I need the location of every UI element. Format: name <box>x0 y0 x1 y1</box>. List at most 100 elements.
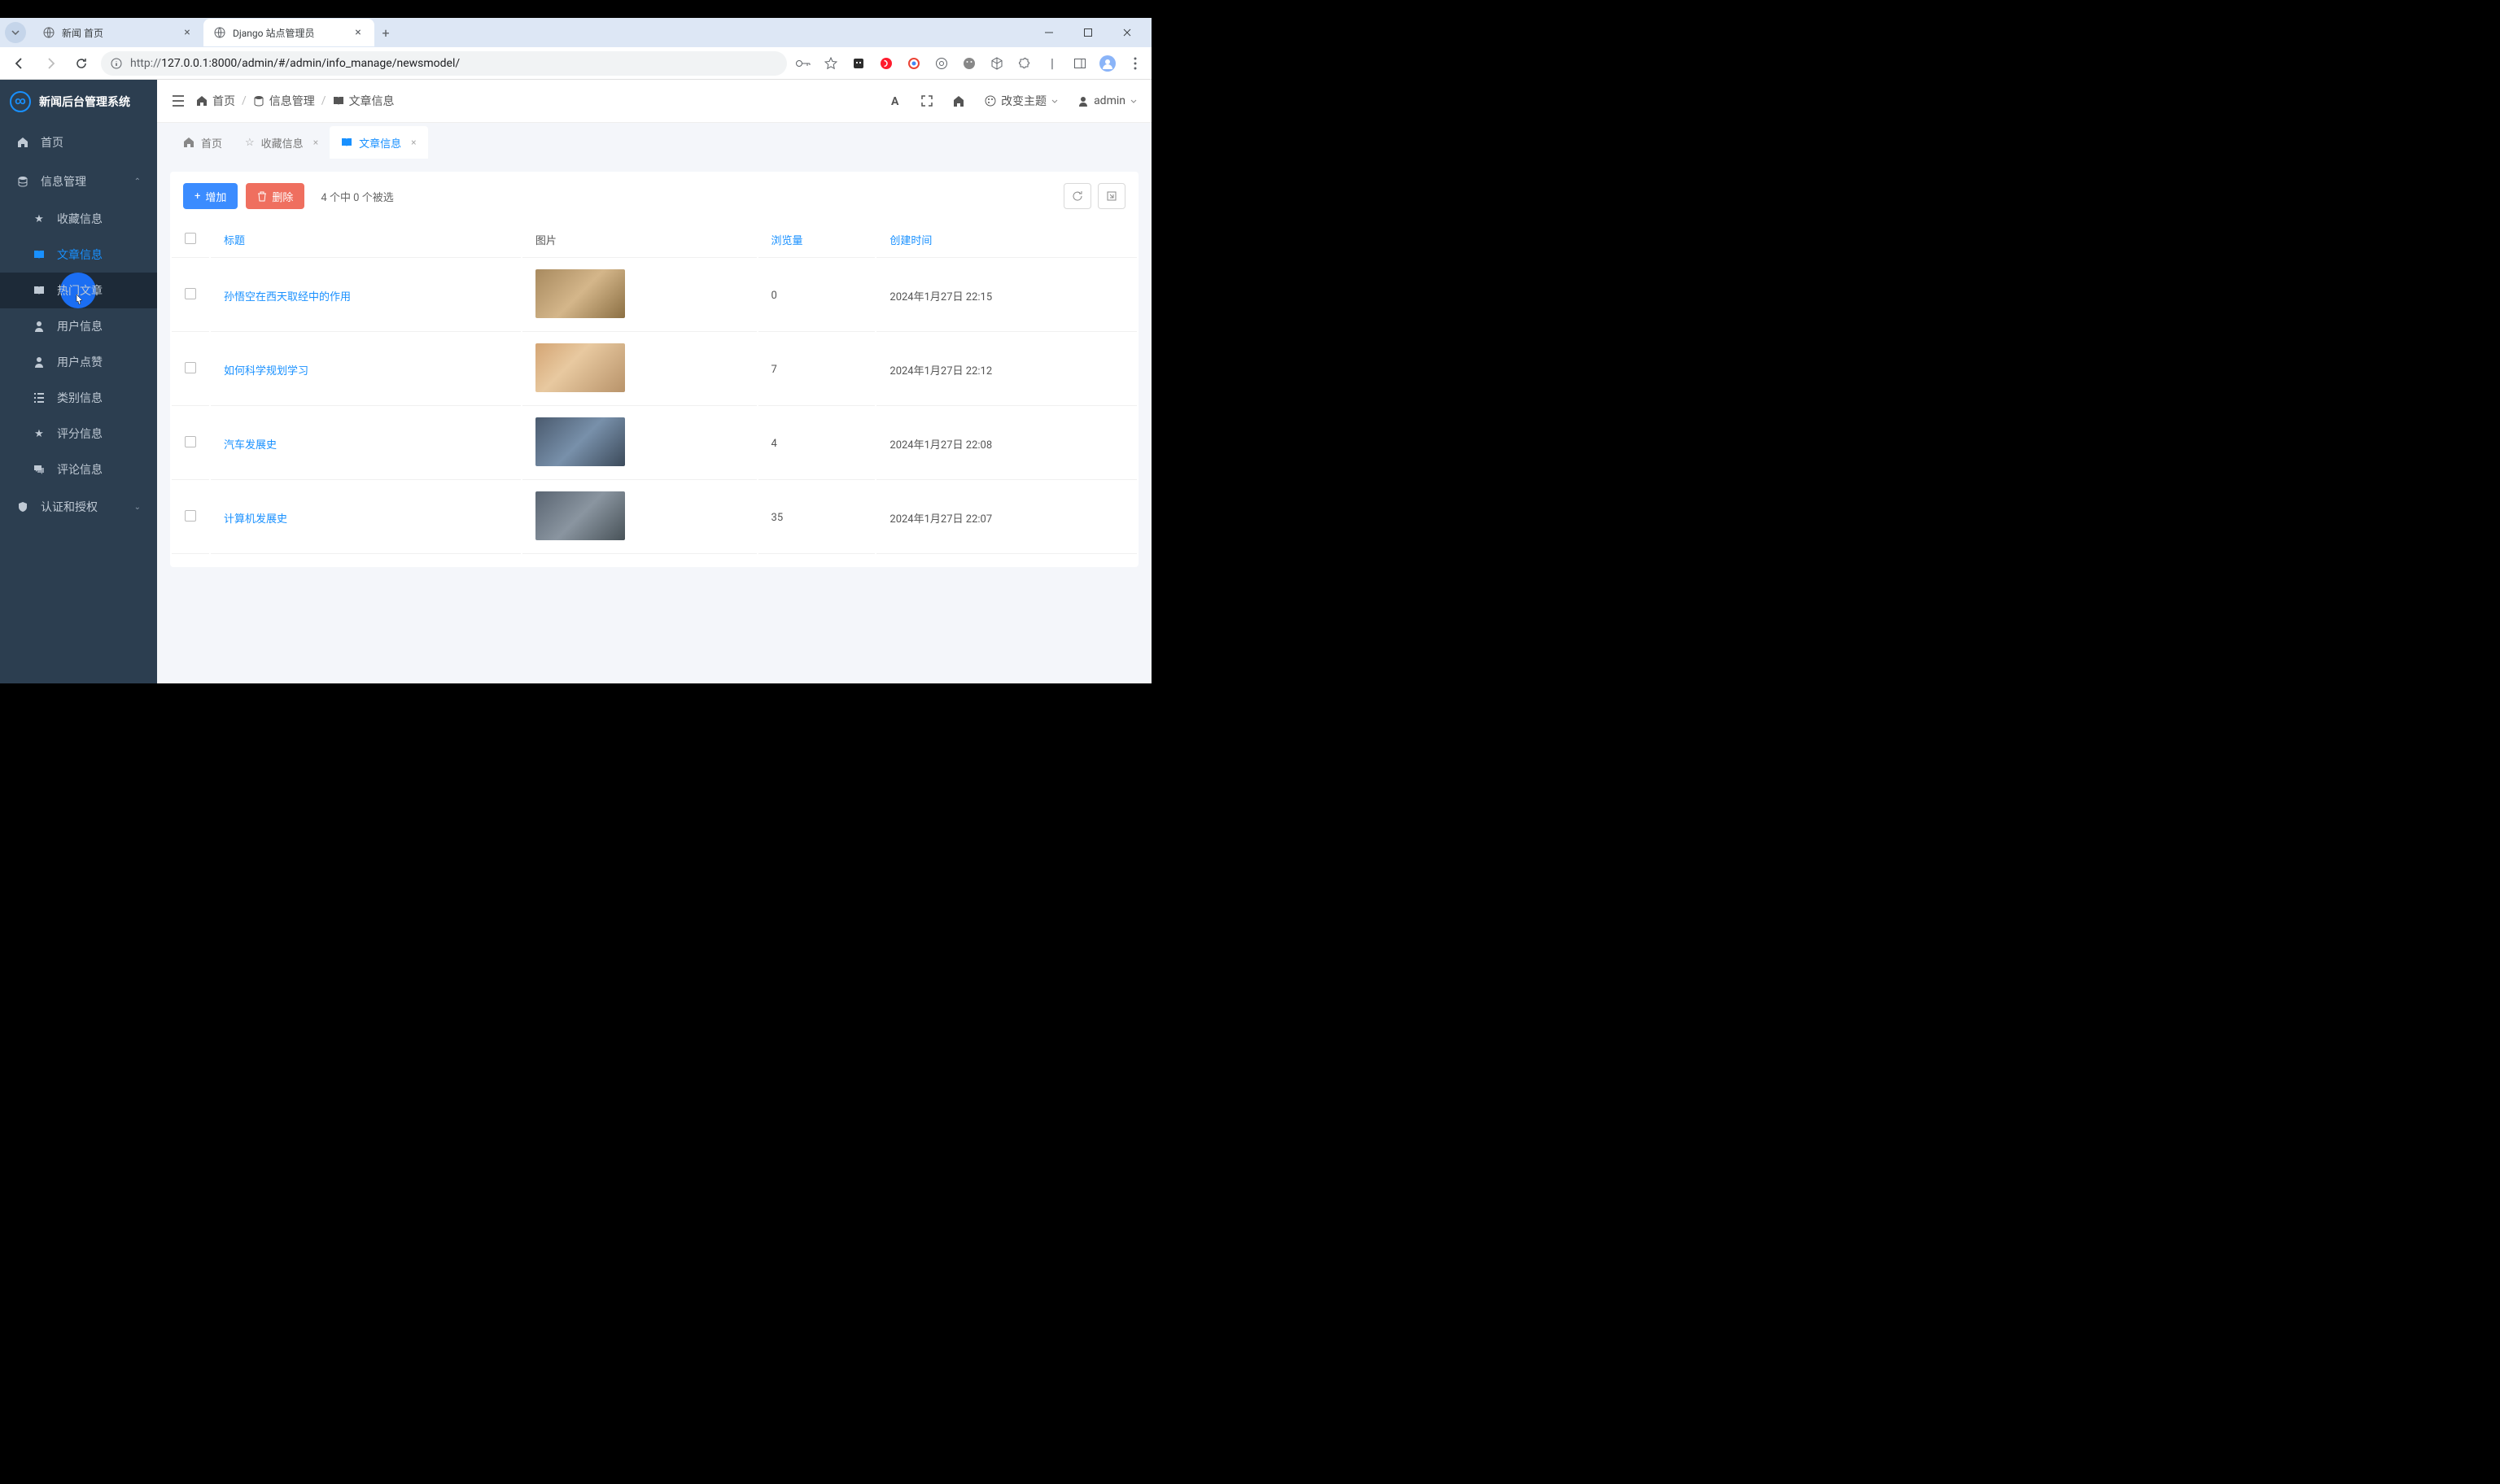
sidebar-item-label: 用户点赞 <box>57 354 103 370</box>
extension-icon[interactable] <box>961 55 977 72</box>
profile-avatar-icon[interactable] <box>1099 55 1116 72</box>
sidepanel-icon[interactable] <box>1072 55 1088 72</box>
sidebar-item-label: 收藏信息 <box>57 211 103 227</box>
table-row: 计算机发展史 35 2024年1月27日 22:07 <box>172 482 1137 554</box>
sidebar-item-auth[interactable]: 认证和授权 ⌄ <box>0 487 157 526</box>
sidebar-item-articles[interactable]: 文章信息 <box>0 237 157 273</box>
sidebar: ∞ 新闻后台管理系统 首页 信息管理 ⌃ ★ 收藏信息 文章信息 热门文章 <box>0 80 157 683</box>
book-icon <box>33 250 46 260</box>
home-icon <box>196 95 208 107</box>
row-thumbnail <box>535 269 625 318</box>
extension-icon[interactable] <box>989 55 1005 72</box>
back-button[interactable] <box>8 52 31 75</box>
sidebar-item-home[interactable]: 首页 <box>0 123 157 162</box>
maximize-button[interactable] <box>1077 21 1099 44</box>
row-checkbox[interactable] <box>185 362 196 373</box>
table-row: 汽车发展史 4 2024年1月27日 22:08 <box>172 408 1137 480</box>
tab-search-dropdown[interactable] <box>5 22 26 43</box>
col-title[interactable]: 标题 <box>211 222 521 258</box>
database-icon <box>16 176 29 187</box>
content-tabs: 首页 ☆ 收藏信息 × 文章信息 × <box>157 123 1152 159</box>
breadcrumb: 首页 / 信息管理 / 文章信息 <box>196 93 395 109</box>
star-icon: ★ <box>33 428 46 440</box>
font-button[interactable]: A <box>889 94 902 107</box>
close-icon[interactable]: × <box>352 26 365 39</box>
reload-button[interactable] <box>70 52 93 75</box>
sidebar-item-hot-articles[interactable]: 热门文章 <box>0 273 157 308</box>
user-icon <box>33 356 46 368</box>
browser-tab[interactable]: 新闻 首页 × <box>33 19 203 46</box>
col-views[interactable]: 浏览量 <box>758 222 876 258</box>
sidebar-item-users[interactable]: 用户信息 <box>0 308 157 344</box>
book-icon <box>341 137 352 147</box>
menu-dots-icon[interactable] <box>1127 55 1143 72</box>
row-title-link[interactable]: 孙悟空在西天取经中的作用 <box>211 260 521 332</box>
home-button[interactable] <box>952 94 965 107</box>
row-views: 4 <box>758 408 876 480</box>
bookmark-star-icon[interactable] <box>823 55 839 72</box>
close-tab-icon[interactable]: × <box>411 137 416 148</box>
add-button[interactable]: + 增加 <box>183 183 238 209</box>
row-title-link[interactable]: 如何科学规划学习 <box>211 334 521 406</box>
row-created: 2024年1月27日 22:08 <box>876 408 1137 480</box>
row-title-link[interactable]: 计算机发展史 <box>211 482 521 554</box>
tab-articles[interactable]: 文章信息 × <box>330 126 427 159</box>
theme-button[interactable]: 改变主题 <box>985 93 1058 109</box>
tab-home[interactable]: 首页 <box>172 126 234 159</box>
row-checkbox[interactable] <box>185 510 196 522</box>
refresh-button[interactable] <box>1064 183 1091 209</box>
extension-icon[interactable] <box>850 55 867 72</box>
user-menu[interactable]: admin <box>1077 94 1137 107</box>
book-icon <box>33 286 46 295</box>
data-table: 标题 图片 浏览量 创建时间 孙悟空在西天取经中的作用 0 2024年1月27日… <box>170 220 1139 556</box>
sidebar-item-comments[interactable]: 评论信息 <box>0 452 157 487</box>
database-icon <box>253 95 264 107</box>
extension-icon[interactable] <box>933 55 950 72</box>
expand-button[interactable] <box>1098 183 1125 209</box>
sidebar-item-info-manage[interactable]: 信息管理 ⌃ <box>0 162 157 201</box>
row-checkbox[interactable] <box>185 288 196 299</box>
new-tab-button[interactable]: + <box>374 21 397 44</box>
menu-toggle-button[interactable] <box>172 95 185 107</box>
breadcrumb-item[interactable]: 首页 <box>196 93 235 109</box>
extension-icon[interactable] <box>906 55 922 72</box>
password-key-icon[interactable] <box>795 55 811 72</box>
tab-label: 新闻 首页 <box>62 26 103 40</box>
address-bar: http://127.0.0.1:8000/admin/#/admin/info… <box>0 47 1152 80</box>
url-input[interactable]: http://127.0.0.1:8000/admin/#/admin/info… <box>101 51 787 76</box>
star-icon: ☆ <box>245 137 255 149</box>
select-all-checkbox[interactable] <box>185 233 196 244</box>
fullscreen-button[interactable] <box>921 95 933 107</box>
row-created: 2024年1月27日 22:07 <box>876 482 1137 554</box>
delete-button[interactable]: 删除 <box>246 183 304 209</box>
sidebar-item-likes[interactable]: 用户点赞 <box>0 344 157 380</box>
sidebar-item-label: 认证和授权 <box>41 499 98 515</box>
forward-button[interactable] <box>39 52 62 75</box>
close-window-button[interactable] <box>1116 21 1139 44</box>
row-thumbnail <box>535 491 625 540</box>
sidebar-item-favorites[interactable]: ★ 收藏信息 <box>0 201 157 237</box>
comments-icon <box>33 465 46 474</box>
sidebar-item-label: 类别信息 <box>57 390 103 406</box>
row-checkbox[interactable] <box>185 436 196 447</box>
minimize-button[interactable] <box>1038 21 1060 44</box>
col-created[interactable]: 创建时间 <box>876 222 1137 258</box>
close-icon[interactable]: × <box>181 26 194 39</box>
extension-icon[interactable]: | <box>1044 55 1060 72</box>
browser-tab[interactable]: Django 站点管理员 × <box>203 19 374 46</box>
close-tab-icon[interactable]: × <box>313 137 318 148</box>
tab-favorites[interactable]: ☆ 收藏信息 × <box>234 126 330 159</box>
sidebar-item-label: 用户信息 <box>57 318 103 334</box>
row-title-link[interactable]: 汽车发展史 <box>211 408 521 480</box>
extension-icon[interactable] <box>878 55 894 72</box>
topbar: 首页 / 信息管理 / 文章信息 A 改变主题 <box>157 80 1152 123</box>
sidebar-item-label: 文章信息 <box>57 247 103 263</box>
sidebar-item-ratings[interactable]: ★ 评分信息 <box>0 416 157 452</box>
info-icon <box>111 58 122 69</box>
sidebar-header: ∞ 新闻后台管理系统 <box>0 80 157 123</box>
breadcrumb-item[interactable]: 信息管理 <box>253 93 315 109</box>
extensions-puzzle-icon[interactable] <box>1016 55 1033 72</box>
tab-label: Django 站点管理员 <box>233 26 314 40</box>
sidebar-item-categories[interactable]: 类别信息 <box>0 380 157 416</box>
cursor-pointer-icon <box>73 294 85 308</box>
